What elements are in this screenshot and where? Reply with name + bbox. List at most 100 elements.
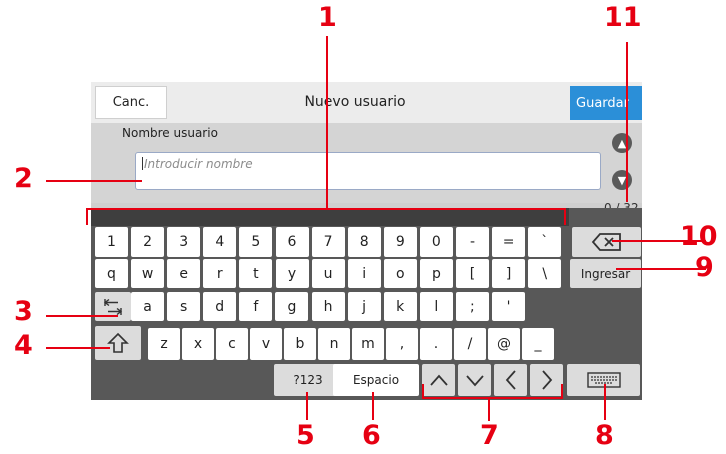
callout-5: 5 [296, 420, 315, 451]
scroll-down-icon[interactable]: ▼ [612, 170, 632, 190]
key-4-5[interactable]: b [284, 328, 316, 360]
symbols-key[interactable]: ?123 [274, 364, 342, 396]
key-3-8[interactable]: k [383, 292, 417, 321]
key-4-7[interactable]: m [352, 328, 384, 360]
arrow-down-icon [465, 375, 484, 387]
key-3-10[interactable]: ; [455, 292, 489, 321]
key-2-7[interactable]: u [311, 259, 345, 288]
key-1-6[interactable]: 6 [275, 227, 309, 257]
key-4-12[interactable]: _ [522, 328, 554, 360]
callout-6: 6 [362, 420, 381, 451]
key-3-11[interactable]: ' [492, 292, 525, 321]
key-4-2[interactable]: x [182, 328, 214, 360]
callout-line-11 [626, 42, 628, 202]
arrow-left-key[interactable] [494, 364, 527, 396]
callout-line-7-h [422, 397, 563, 399]
shift-icon [107, 332, 129, 353]
key-2-1[interactable]: q [95, 259, 128, 288]
key-2-6[interactable]: y [275, 259, 309, 288]
key-1-3[interactable]: 3 [167, 227, 201, 257]
callout-line-9 [616, 268, 706, 270]
key-1-5[interactable]: 5 [239, 227, 273, 257]
callout-3: 3 [14, 296, 33, 327]
callout-line-7-right [561, 384, 563, 398]
callout-11: 11 [604, 2, 642, 33]
key-3-5[interactable]: g [275, 292, 309, 321]
arrow-up-key[interactable] [422, 364, 455, 396]
cancel-button[interactable]: Canc. [95, 86, 167, 119]
key-2-9[interactable]: o [383, 259, 417, 288]
user-name-input[interactable]: Introducir nombre [135, 152, 601, 190]
space-key[interactable]: Espacio [333, 364, 419, 396]
backspace-icon [591, 233, 621, 251]
arrow-right-key[interactable] [530, 364, 563, 396]
callout-line-4 [46, 347, 110, 349]
key-2-10[interactable]: p [419, 259, 453, 288]
scroll-up-icon[interactable]: ▲ [612, 133, 632, 153]
key-2-3[interactable]: e [167, 259, 201, 288]
callout-line-1-left [86, 208, 88, 225]
key-1-2[interactable]: 2 [131, 227, 165, 257]
callout-line-8 [604, 384, 606, 420]
save-button[interactable]: Guardar [570, 86, 642, 120]
arrow-right-icon [541, 370, 552, 390]
key-2-8[interactable]: i [347, 259, 381, 288]
field-label: Nombre usuario [122, 126, 218, 140]
key-3-1[interactable]: a [131, 292, 164, 321]
key-3-7[interactable]: j [347, 292, 381, 321]
key-3-4[interactable]: f [239, 292, 273, 321]
callout-line-1-stem [326, 36, 328, 209]
key-1-1[interactable]: 1 [95, 227, 128, 257]
key-4-11[interactable]: @ [488, 328, 520, 360]
key-1-7[interactable]: 7 [311, 227, 345, 257]
key-4-9[interactable]: . [420, 328, 452, 360]
page-title: Nuevo usuario [304, 94, 406, 110]
tab-icon [103, 298, 123, 315]
enter-key[interactable]: Ingresar [570, 259, 641, 288]
key-2-11[interactable]: [ [456, 259, 489, 288]
callout-4: 4 [14, 330, 33, 361]
key-3-6[interactable]: h [311, 292, 345, 321]
keyboard-input-strip [91, 208, 569, 226]
key-4-3[interactable]: c [216, 328, 248, 360]
key-4-8[interactable]: , [386, 328, 418, 360]
key-1-12[interactable]: = [492, 227, 526, 257]
key-2-2[interactable]: w [131, 259, 165, 288]
callout-2: 2 [14, 163, 33, 194]
key-2-13[interactable]: \ [528, 259, 562, 288]
callout-line-7-left [422, 384, 424, 398]
key-4-1[interactable]: z [148, 328, 180, 360]
backspace-key[interactable] [572, 227, 641, 257]
shift-key[interactable] [95, 326, 141, 360]
callout-line-1-right [564, 208, 566, 225]
callout-10: 10 [680, 221, 718, 252]
key-1-11[interactable]: - [456, 227, 489, 257]
callout-7: 7 [480, 420, 499, 451]
key-1-10[interactable]: 0 [419, 227, 453, 257]
key-4-4[interactable]: v [250, 328, 282, 360]
arrow-left-icon [505, 370, 516, 390]
callout-line-7-stem [488, 397, 490, 421]
arrow-down-key[interactable] [458, 364, 491, 396]
key-3-9[interactable]: l [419, 292, 453, 321]
callout-9: 9 [695, 252, 714, 283]
key-3-3[interactable]: d [203, 292, 237, 321]
key-4-10[interactable]: / [454, 328, 486, 360]
callout-line-3 [46, 315, 118, 317]
key-2-12[interactable]: ] [492, 259, 526, 288]
key-2-4[interactable]: r [203, 259, 237, 288]
key-1-4[interactable]: 4 [203, 227, 237, 257]
callout-line-5 [306, 392, 308, 420]
arrow-up-icon [429, 374, 448, 386]
key-1-13[interactable]: ` [528, 227, 562, 257]
input-placeholder: Introducir nombre [144, 157, 253, 171]
key-2-5[interactable]: t [239, 259, 273, 288]
key-1-9[interactable]: 9 [383, 227, 417, 257]
callout-line-2 [46, 180, 142, 182]
key-1-8[interactable]: 8 [347, 227, 381, 257]
key-4-6[interactable]: n [318, 328, 350, 360]
callout-1: 1 [318, 2, 337, 33]
key-3-2[interactable]: s [167, 292, 201, 321]
callout-8: 8 [595, 420, 614, 451]
callout-line-6 [372, 392, 374, 420]
